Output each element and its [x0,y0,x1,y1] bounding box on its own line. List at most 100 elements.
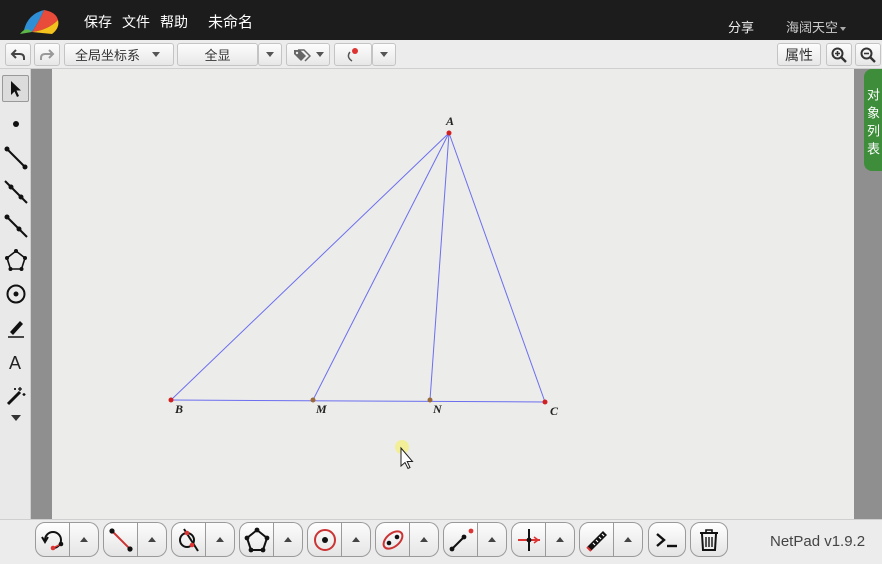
line-tool[interactable] [2,178,29,205]
point-label-b[interactable]: B [174,402,183,416]
chevron-up-icon [488,537,496,542]
polygon-dropdown[interactable] [274,522,303,557]
circle-button[interactable] [307,522,342,557]
menu-file[interactable]: 文件 [122,12,150,32]
delete-button[interactable] [690,522,728,557]
drawing-canvas[interactable]: A B M N C [52,69,854,519]
point-label-a[interactable]: A [445,114,454,128]
magic-tool[interactable] [2,382,29,409]
segment-bc[interactable] [170,399,546,403]
magic-wand-icon [6,386,25,405]
undo-button[interactable] [5,43,31,66]
view-mode-dropdown[interactable] [258,43,282,66]
ray-tool[interactable] [2,212,29,239]
polygon-tool[interactable] [2,246,29,273]
trace-tool-dropdown[interactable] [372,43,396,66]
chevron-down-icon [315,52,324,57]
zoom-out-icon [860,47,876,63]
chevron-down-icon [152,52,161,57]
intersection-icon [178,527,199,552]
vector-button[interactable] [443,522,478,557]
tag-icon [293,48,311,62]
circle-icon [6,284,25,303]
point-label-c[interactable]: C [550,404,559,418]
view-mode-label: 全显 [204,48,231,63]
ruler-icon [585,530,607,552]
ellipse-dropdown[interactable] [410,522,439,557]
object-list-tab[interactable]: 对象列表 [864,69,882,171]
circle-dropdown[interactable] [342,522,371,557]
segment-ab[interactable] [170,132,450,401]
segment-icon [108,527,133,552]
label-tool-button[interactable] [286,43,330,66]
rotate-tool-dropdown[interactable] [70,522,99,557]
command-button[interactable] [648,522,686,557]
view-mode-button[interactable]: 全显 [177,43,258,66]
chevron-up-icon [216,537,224,542]
intersection-button[interactable] [171,522,206,557]
point-label-n[interactable]: N [432,402,443,416]
pen-tool[interactable] [2,314,29,341]
select-tool[interactable] [2,75,29,102]
segment-tool[interactable] [2,144,29,171]
trace-icon [347,47,358,62]
arrow-pointer-icon [10,80,21,97]
chevron-up-icon [80,537,88,542]
netpad-logo-icon [20,10,59,34]
trace-tool-button[interactable] [334,43,372,66]
undo-icon [10,48,25,60]
segment-am[interactable] [312,132,450,401]
zoom-in-button[interactable] [826,43,852,66]
rotate-tool-button[interactable] [35,522,70,557]
perpendicular-button[interactable] [511,522,546,557]
point-layer: A B M N C [168,114,559,418]
polygon-button[interactable] [239,522,274,557]
menu-help[interactable]: 帮助 [160,12,188,32]
text-tool[interactable]: A [2,348,29,375]
ruler-button[interactable] [579,522,614,557]
point-m[interactable] [310,397,316,403]
point-label-m[interactable]: M [315,402,327,416]
chevron-up-icon [352,537,360,542]
chevron-up-icon [556,537,564,542]
ray-icon [4,214,28,238]
main-toolbar: 全局坐标系 全显 属性 [0,40,882,69]
segment-an[interactable] [429,132,450,401]
menu-save[interactable]: 保存 [84,12,112,32]
segment-button[interactable] [103,522,138,557]
triangle-down-icon [10,415,21,421]
chevron-down-icon [380,52,388,57]
circle-tool[interactable] [2,280,29,307]
point-c[interactable] [542,399,548,405]
segment-ac[interactable] [448,132,546,403]
perpendicular-group [511,522,575,557]
intersection-dropdown[interactable] [206,522,235,557]
redo-icon [40,48,55,60]
trash-icon [700,528,718,551]
zoom-out-button[interactable] [855,43,881,66]
point-tool[interactable] [2,110,29,137]
terminal-icon [656,532,677,547]
text-icon: A [9,353,21,372]
point-b[interactable] [168,397,174,403]
chevron-up-icon [284,537,292,542]
ellipse-button[interactable] [375,522,410,557]
point-n[interactable] [427,397,433,403]
share-button[interactable]: 分享 [728,17,754,36]
ruler-dropdown[interactable] [614,522,643,557]
redo-button[interactable] [34,43,60,66]
segment-layer [170,132,546,403]
coord-system-select[interactable]: 全局坐标系 [64,43,174,66]
more-tools-button[interactable] [2,410,29,426]
vector-dropdown[interactable] [478,522,507,557]
user-menu[interactable]: 海阔天空 [786,17,847,36]
pentagon-icon [4,248,27,271]
document-title[interactable]: 未命名 [208,11,253,32]
properties-button[interactable]: 属性 [777,43,821,66]
geometry-figure[interactable]: A B M N C [52,69,854,519]
line-icon [3,179,28,204]
perpendicular-dropdown[interactable] [546,522,575,557]
polygon-group [239,522,303,557]
point-a[interactable] [446,130,452,136]
segment-dropdown[interactable] [138,522,167,557]
